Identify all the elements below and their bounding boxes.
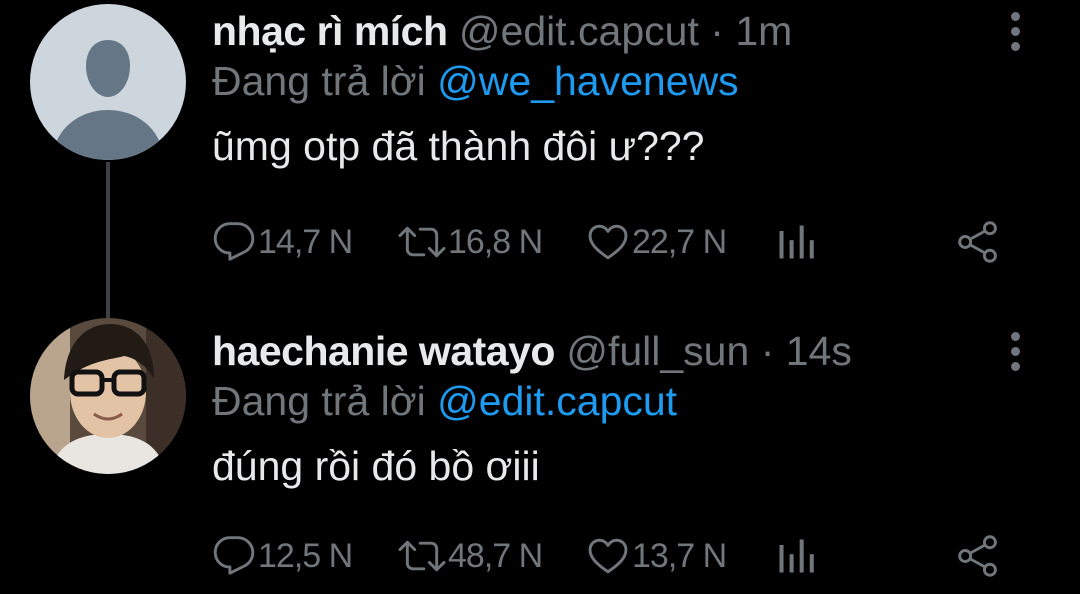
like-count: 22,7 N bbox=[632, 222, 727, 261]
action-bar: 14,7 N 16,8 N 22,7 N bbox=[212, 214, 1020, 270]
reply-count: 14,7 N bbox=[258, 222, 353, 261]
like-icon bbox=[588, 224, 628, 260]
views-button[interactable] bbox=[774, 220, 818, 264]
user-handle[interactable]: @full_sun bbox=[566, 328, 749, 374]
more-icon bbox=[1010, 11, 1020, 21]
share-icon bbox=[958, 221, 997, 263]
more-options-button[interactable] bbox=[1000, 6, 1030, 56]
replying-prefix: Đang trả lời bbox=[212, 58, 426, 104]
replying-handle-link[interactable]: @edit.capcut bbox=[437, 378, 677, 424]
user-handle[interactable]: @edit.capcut bbox=[459, 8, 699, 54]
default-avatar-icon bbox=[30, 4, 186, 160]
tweet-header: haechanie watayo @full_sun · 14s bbox=[212, 326, 990, 376]
tweet-text: ũmg otp đã thành đôi ư??? bbox=[212, 123, 705, 169]
like-button[interactable]: 13,7 N bbox=[586, 534, 727, 578]
like-icon bbox=[588, 538, 628, 574]
separator: · bbox=[760, 328, 775, 374]
like-button[interactable]: 22,7 N bbox=[586, 220, 727, 264]
share-icon bbox=[958, 535, 997, 577]
retweet-icon bbox=[398, 540, 446, 572]
tweet-content: haechanie watayo @full_sun · 14s Đang tr… bbox=[212, 326, 990, 492]
separator: · bbox=[710, 8, 724, 54]
display-name[interactable]: nhạc rì mích bbox=[212, 8, 448, 54]
retweet-count: 48,7 N bbox=[448, 536, 543, 575]
display-name[interactable]: haechanie watayo bbox=[212, 328, 555, 374]
more-icon bbox=[1010, 331, 1020, 341]
retweet-button[interactable]: 16,8 N bbox=[398, 220, 543, 264]
timestamp[interactable]: 14s bbox=[786, 328, 852, 374]
reply-count: 12,5 N bbox=[258, 536, 353, 575]
share-button[interactable] bbox=[956, 220, 1000, 264]
tweet-header: nhạc rì mích @edit.capcut · 1m bbox=[212, 6, 990, 56]
replying-handle-link[interactable]: @we_havenews bbox=[437, 58, 738, 104]
replying-to: Đang trả lời @edit.capcut bbox=[212, 376, 990, 426]
retweet-icon bbox=[398, 226, 446, 258]
photo-avatar-icon bbox=[30, 318, 186, 474]
thread-connector bbox=[106, 162, 110, 320]
like-count: 13,7 N bbox=[632, 536, 727, 575]
tweet[interactable]: nhạc rì mích @edit.capcut · 1m Đang trả … bbox=[0, 0, 1080, 320]
tweet-content: nhạc rì mích @edit.capcut · 1m Đang trả … bbox=[212, 6, 990, 172]
reply-icon bbox=[213, 222, 255, 261]
avatar[interactable] bbox=[30, 318, 186, 474]
timestamp[interactable]: 1m bbox=[735, 8, 792, 54]
tweet[interactable]: haechanie watayo @full_sun · 14s Đang tr… bbox=[0, 310, 1080, 594]
share-button[interactable] bbox=[956, 534, 1000, 578]
views-icon bbox=[779, 539, 814, 573]
reply-button[interactable]: 14,7 N bbox=[212, 220, 353, 264]
avatar[interactable] bbox=[30, 4, 186, 160]
retweet-button[interactable]: 48,7 N bbox=[398, 534, 543, 578]
reply-button[interactable]: 12,5 N bbox=[212, 534, 353, 578]
replying-to: Đang trả lời @we_havenews bbox=[212, 56, 990, 106]
retweet-count: 16,8 N bbox=[448, 222, 543, 261]
more-options-button[interactable] bbox=[1000, 326, 1030, 376]
views-button[interactable] bbox=[774, 534, 818, 578]
tweet-text: đúng rồi đó bồ ơiii bbox=[212, 443, 540, 489]
views-icon bbox=[779, 225, 814, 259]
replying-prefix: Đang trả lời bbox=[212, 378, 426, 424]
reply-icon bbox=[213, 536, 255, 575]
action-bar: 12,5 N 48,7 N 13,7 N bbox=[212, 528, 1020, 584]
